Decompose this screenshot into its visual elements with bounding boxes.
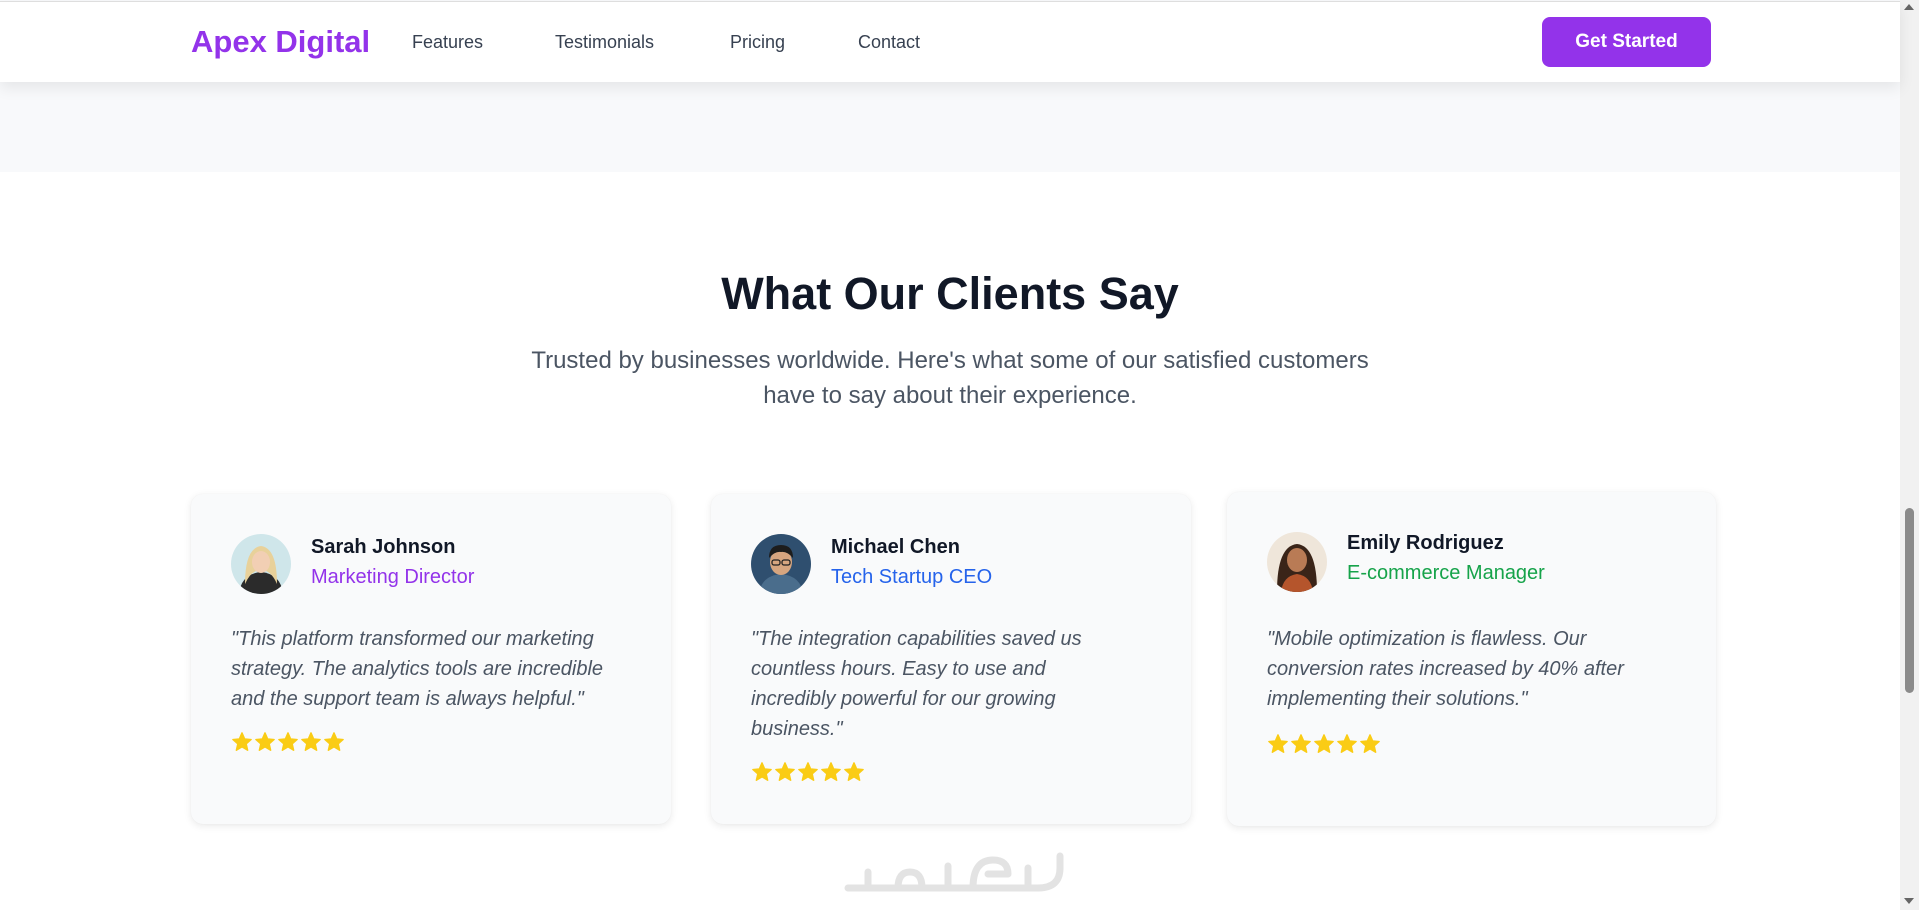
testimonial-quote: "Mobile optimization is flawless. Our co…: [1267, 624, 1687, 714]
avatar: [1267, 532, 1327, 592]
client-name: Sarah Johnson: [311, 536, 456, 558]
star-icon: [821, 762, 841, 781]
quote-line: business.": [751, 718, 843, 740]
quote-line: and the support team is always helpful.": [231, 688, 584, 710]
avatar: [751, 534, 811, 594]
client-name: Emily Rodriguez: [1347, 532, 1504, 554]
section-title: What Our Clients Say: [721, 268, 1179, 319]
star-icon: [232, 732, 252, 751]
quote-line: "This platform transformed our marketing: [231, 628, 594, 650]
scroll-up-arrow-icon[interactable]: [1904, 4, 1914, 10]
quote-line: "The integration capabilities saved us: [751, 628, 1082, 650]
client-role: Marketing Director: [311, 566, 475, 588]
quote-line: implementing their solutions.": [1267, 688, 1528, 710]
scroll-down-arrow-icon[interactable]: [1904, 898, 1914, 904]
testimonial-card: Sarah Johnson Marketing Director "This p…: [191, 494, 671, 824]
star-icon: [1291, 734, 1311, 753]
site-header: Apex Digital Features Testimonials Prici…: [0, 1, 1900, 82]
quote-line: "Mobile optimization is flawless. Our: [1267, 628, 1587, 650]
star-rating: [231, 731, 345, 753]
star-icon: [301, 732, 321, 751]
star-rating: [751, 761, 865, 783]
scroll-thumb[interactable]: [1905, 508, 1914, 693]
client-role: E-commerce Manager: [1347, 562, 1545, 584]
star-icon: [278, 732, 298, 751]
star-icon: [1360, 734, 1380, 753]
section-subtitle-line: have to say about their experience.: [763, 382, 1137, 409]
nav-link-features[interactable]: Features: [412, 32, 483, 53]
star-icon: [798, 762, 818, 781]
star-icon: [1268, 734, 1288, 753]
page-scrollbar[interactable]: [1900, 0, 1919, 910]
avatar: [231, 534, 291, 594]
star-icon: [324, 732, 344, 751]
section-subtitle: Trusted by businesses worldwide. Here's …: [470, 343, 1430, 413]
star-icon: [752, 762, 772, 781]
client-name: Michael Chen: [831, 536, 960, 558]
testimonial-card: Michael Chen Tech Startup CEO "The integ…: [711, 494, 1191, 824]
star-icon: [1314, 734, 1334, 753]
testimonial-quote: "The integration capabilities saved us c…: [751, 624, 1171, 744]
quote-line: incredibly powerful for our growing: [751, 688, 1056, 710]
nav-link-testimonials[interactable]: Testimonials: [555, 32, 654, 53]
client-role: Tech Startup CEO: [831, 566, 993, 588]
star-icon: [844, 762, 864, 781]
section-subtitle-line: Trusted by businesses worldwide. Here's …: [531, 347, 1369, 374]
star-icon: [1337, 734, 1357, 753]
star-icon: [255, 732, 275, 751]
quote-line: strategy. The analytics tools are incred…: [231, 658, 604, 680]
brand-logo[interactable]: Apex Digital: [191, 24, 370, 60]
testimonial-quote: "This platform transformed our marketing…: [231, 624, 651, 714]
khamsat-watermark-logo: [838, 838, 1078, 898]
quote-line: countless hours. Easy to use and: [751, 658, 1046, 680]
get-started-button[interactable]: Get Started: [1542, 17, 1711, 67]
testimonial-card: Emily Rodriguez E-commerce Manager "Mobi…: [1227, 492, 1716, 826]
star-icon: [775, 762, 795, 781]
quote-line: conversion rates increased by 40% after: [1267, 658, 1624, 680]
nav-link-contact[interactable]: Contact: [858, 32, 920, 53]
star-rating: [1267, 733, 1381, 755]
nav-link-pricing[interactable]: Pricing: [730, 32, 785, 53]
